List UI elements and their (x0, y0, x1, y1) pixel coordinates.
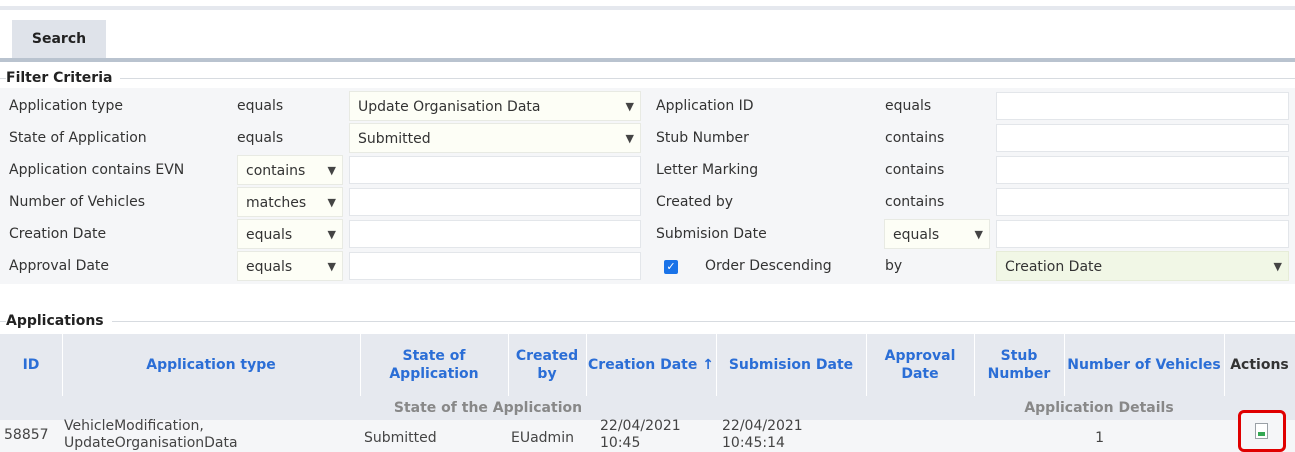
application-type-select-value: Update Organisation Data (358, 99, 541, 115)
operator-created-by: contains (885, 194, 945, 210)
column-header-creation-date[interactable]: Creation Date ↑ (586, 334, 716, 396)
column-header-approval-date[interactable]: Approval Date (866, 334, 974, 396)
operator-letter-marking: contains (885, 162, 945, 178)
state-of-application-select[interactable]: Submitted ▼ (349, 123, 641, 153)
operator-application-type: equals (237, 98, 284, 114)
vehicles-operator-value: matches (246, 195, 307, 211)
group-header-details: Application Details (1024, 400, 1174, 416)
column-header-stub-number[interactable]: Stub Number (974, 334, 1064, 396)
filter-label-submision-date: Submision Date (656, 226, 767, 242)
top-divider (0, 6, 1295, 10)
order-by-label: by (885, 258, 903, 274)
application-id-input[interactable] (996, 92, 1289, 120)
filter-label-created-by: Created by (656, 194, 734, 210)
order-by-select[interactable]: Creation Date ▼ (996, 251, 1289, 281)
column-header-created-by[interactable]: Created by (508, 334, 586, 396)
cell-application-type-line2: UpdateOrganisationData (64, 435, 238, 451)
chevron-down-icon: ▼ (625, 132, 634, 145)
evn-operator-value: contains (246, 163, 306, 179)
operator-application-id: equals (885, 98, 932, 114)
chevron-down-icon: ▼ (327, 228, 336, 241)
chevron-down-icon: ▼ (974, 228, 983, 241)
cell-creation-date-line1: 22/04/2021 (600, 418, 681, 434)
submision-date-operator-value: equals (893, 227, 940, 243)
letter-marking-input[interactable] (996, 156, 1289, 184)
filter-label-letter-marking: Letter Marking (656, 162, 759, 178)
tab-search[interactable]: Search (12, 20, 106, 58)
vehicles-operator-select[interactable]: matches ▼ (237, 187, 343, 217)
state-of-application-select-value: Submitted (358, 131, 431, 147)
column-divider (866, 334, 867, 396)
column-divider (1224, 334, 1225, 396)
submision-date-operator-select[interactable]: equals ▼ (884, 219, 990, 249)
chevron-down-icon: ▼ (327, 196, 336, 209)
column-header-actions: Actions (1230, 357, 1289, 373)
filter-criteria-title: Filter Criteria (6, 70, 121, 86)
column-header-number-of-vehicles[interactable]: Number of Vehicles (1064, 334, 1224, 396)
cell-submision-date-line1: 22/04/2021 (722, 418, 803, 434)
cell-id: 58857 (4, 427, 49, 443)
view-application-button[interactable] (1238, 410, 1286, 452)
chevron-down-icon: ▼ (625, 100, 634, 113)
filter-label-creation-date: Creation Date (9, 226, 107, 242)
filter-label-stub-number: Stub Number (656, 130, 749, 146)
cell-submision-date-line2: 10:45:14 (722, 435, 785, 451)
chevron-down-icon: ▼ (327, 260, 336, 273)
submision-date-input[interactable] (996, 220, 1289, 248)
filter-label-state-of-application: State of Application (9, 130, 147, 146)
filter-panel: Application type equals Update Organisat… (0, 88, 1295, 284)
cell-state: Submitted (364, 430, 437, 446)
creation-date-operator-value: equals (246, 227, 293, 243)
document-icon (1255, 423, 1268, 439)
creation-date-input[interactable] (349, 220, 641, 248)
column-divider (62, 334, 63, 396)
evn-operator-select[interactable]: contains ▼ (237, 155, 343, 185)
filter-label-approval-date: Approval Date (9, 258, 110, 274)
filter-label-application-id: Application ID (656, 98, 754, 114)
cell-number-of-vehicles: 1 (1095, 430, 1104, 446)
column-divider (974, 334, 975, 396)
column-header-id[interactable]: ID (0, 334, 62, 396)
approval-date-operator-value: equals (246, 259, 293, 275)
applications-legend-rule (0, 321, 1295, 322)
application-type-select[interactable]: Update Organisation Data ▼ (349, 91, 641, 121)
tab-underline (0, 58, 1295, 62)
column-divider (508, 334, 509, 396)
stub-number-input[interactable] (996, 124, 1289, 152)
column-divider (360, 334, 361, 396)
chevron-down-icon: ▼ (327, 164, 336, 177)
column-divider (716, 334, 717, 396)
filter-label-application-type: Application type (9, 98, 123, 114)
approval-date-operator-select[interactable]: equals ▼ (237, 251, 343, 281)
filter-label-number-of-vehicles: Number of Vehicles (9, 194, 145, 210)
approval-date-input[interactable] (349, 252, 641, 280)
applications-title: Applications (6, 313, 112, 329)
filter-legend-rule (0, 78, 1295, 79)
chevron-down-icon: ▼ (1273, 260, 1282, 273)
group-header-state: State of the Application (393, 400, 583, 416)
cell-creation-date-line2: 10:45 (600, 435, 641, 451)
column-header-state-of-application[interactable]: State of Application (360, 334, 508, 396)
created-by-input[interactable] (996, 188, 1289, 216)
column-header-application-type[interactable]: Application type (62, 334, 360, 396)
column-header-submision-date[interactable]: Submision Date (716, 334, 866, 396)
operator-stub-number: contains (885, 130, 945, 146)
creation-date-operator-select[interactable]: equals ▼ (237, 219, 343, 249)
evn-input[interactable] (349, 156, 641, 184)
cell-created-by: EUadmin (511, 430, 574, 446)
order-descending-checkbox[interactable]: ✓ (664, 260, 678, 274)
operator-state-of-application: equals (237, 130, 284, 146)
column-divider (1064, 334, 1065, 396)
filter-label-application-contains-evn: Application contains EVN (9, 162, 185, 178)
order-descending-label: Order Descending (705, 258, 832, 274)
column-divider (586, 334, 587, 396)
order-by-select-value: Creation Date (1005, 259, 1103, 275)
number-of-vehicles-input[interactable] (349, 188, 641, 216)
cell-application-type-line1: VehicleModification, (64, 418, 204, 434)
